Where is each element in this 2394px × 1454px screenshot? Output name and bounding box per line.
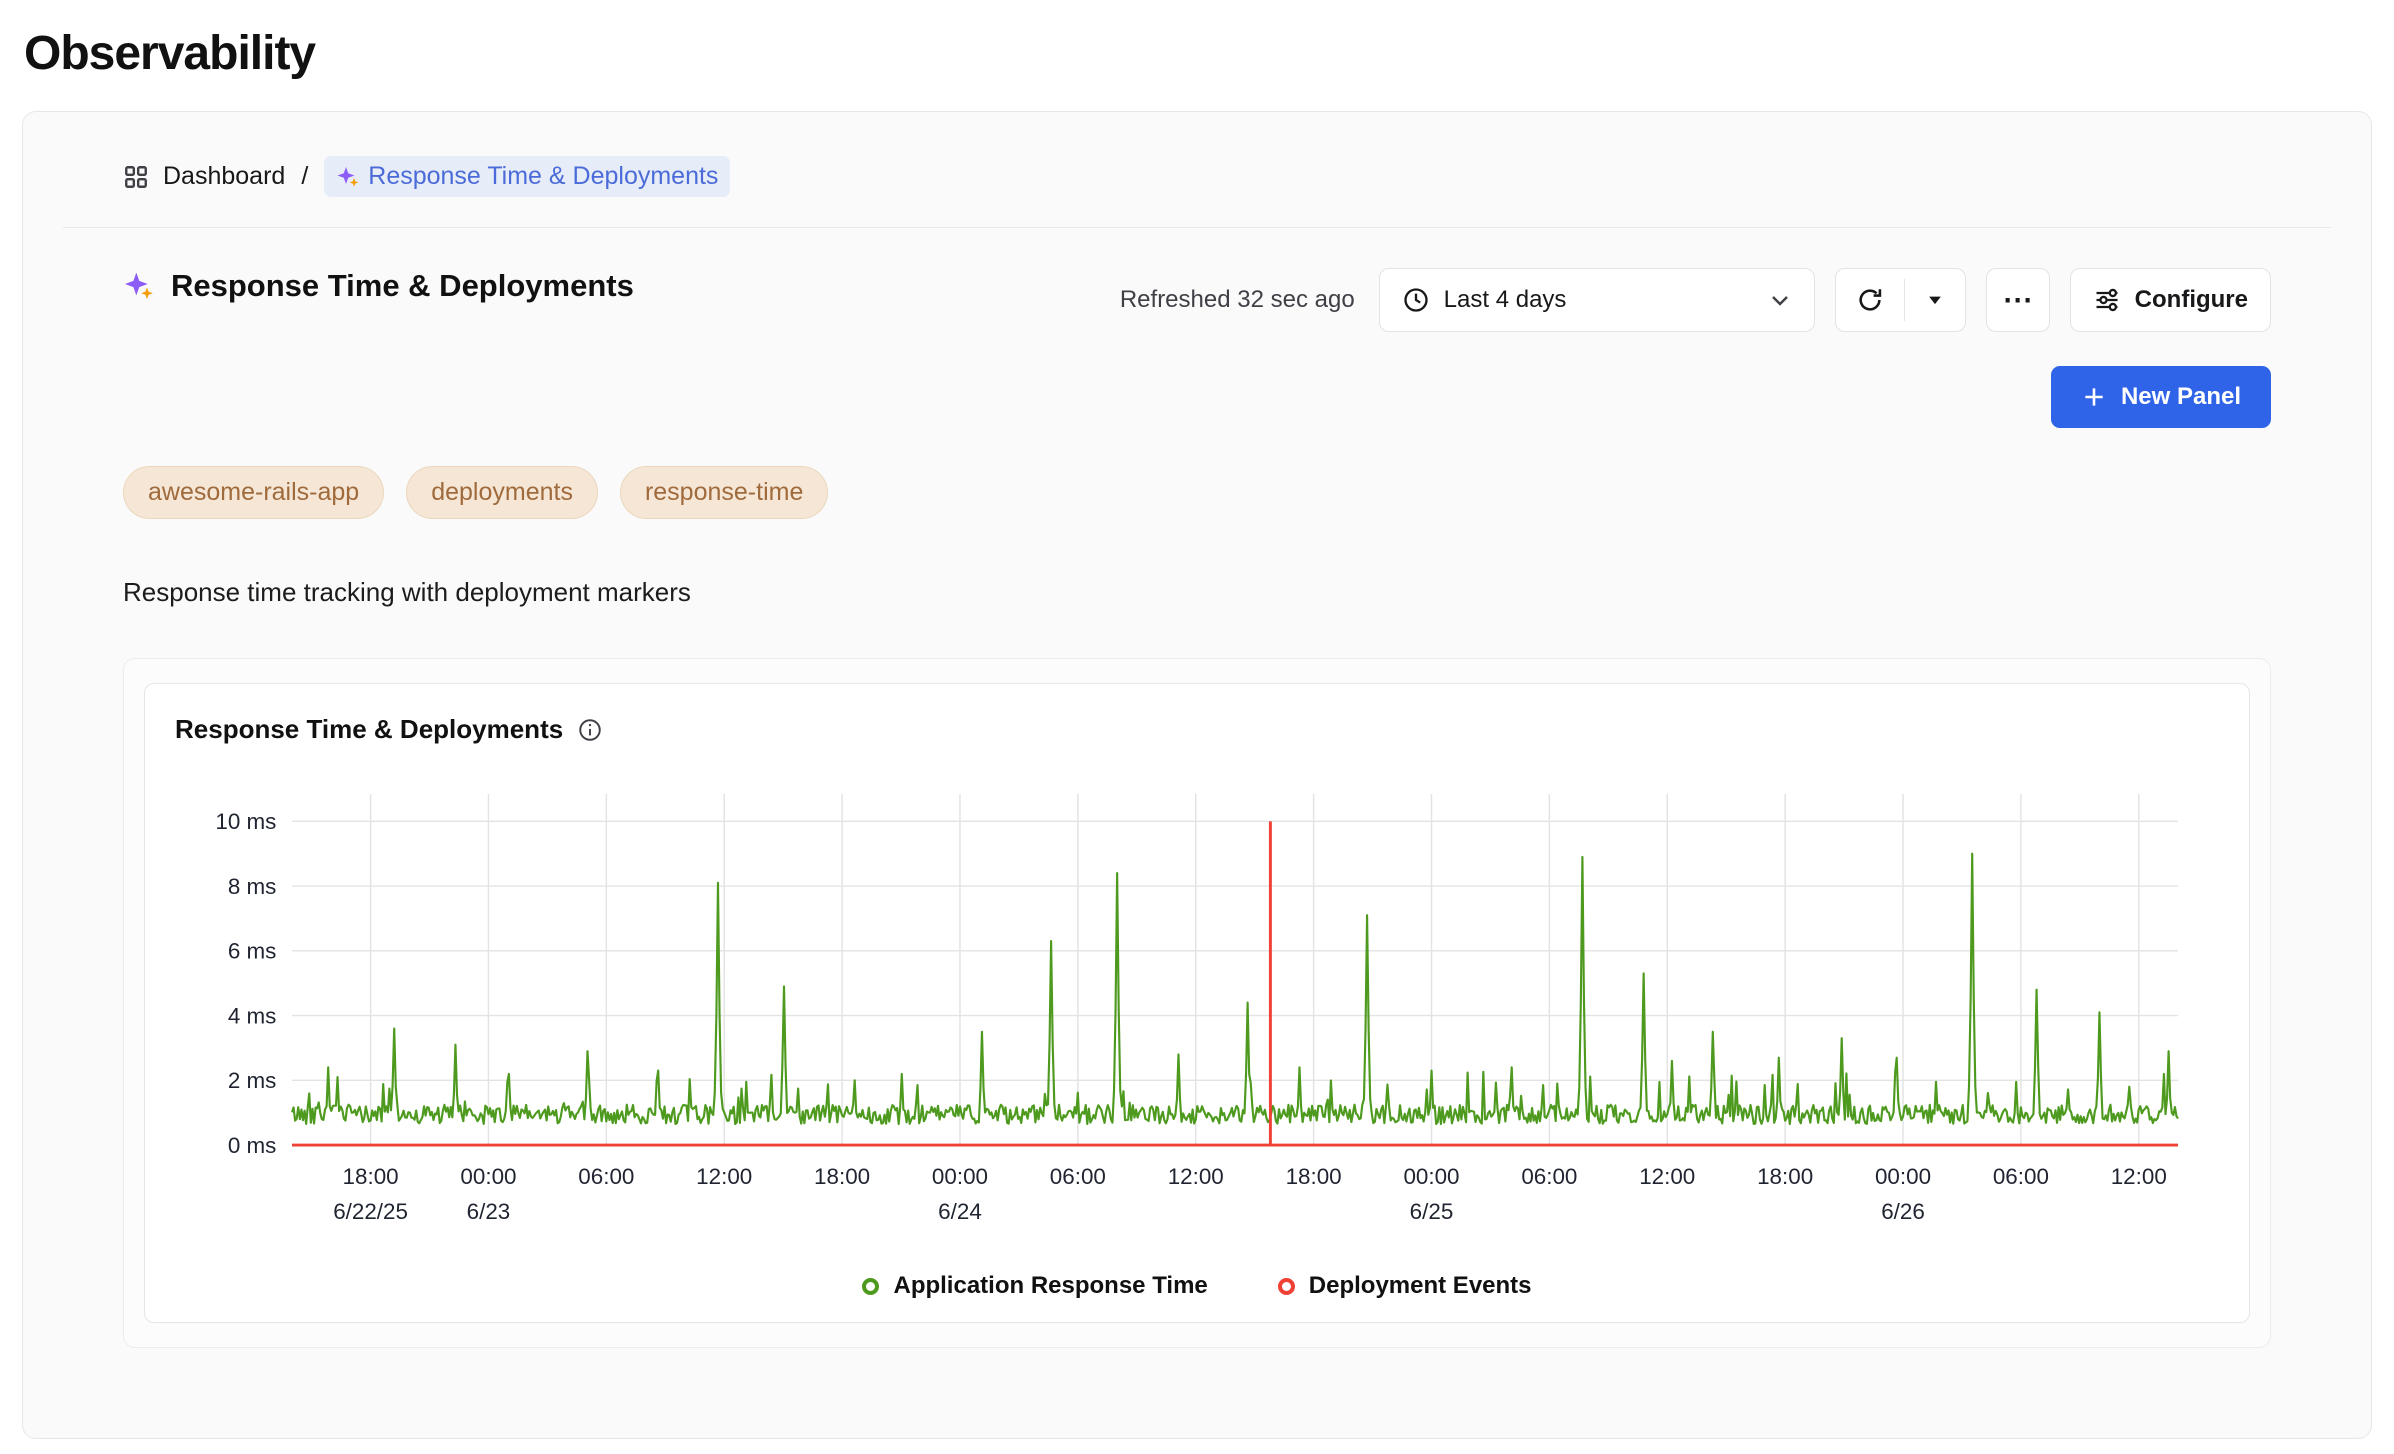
svg-text:12:00: 12:00 [2111, 1164, 2167, 1189]
legend-green-circle-icon [862, 1278, 879, 1295]
panel-description: Response time tracking with deployment m… [123, 577, 2271, 608]
chart-legend: Application Response Time Deployment Eve… [173, 1272, 2221, 1300]
svg-text:6/26: 6/26 [1881, 1199, 1925, 1224]
refresh-options-button[interactable] [1905, 269, 1965, 331]
dashboard-card: Dashboard / Response Time & Deployments … [22, 111, 2372, 1439]
svg-text:6 ms: 6 ms [228, 939, 277, 964]
configure-label: Configure [2135, 286, 2248, 314]
legend-item-deployment-events[interactable]: Deployment Events [1278, 1272, 1532, 1300]
tag-deployments[interactable]: deployments [406, 466, 598, 519]
breadcrumb-current-link[interactable]: Response Time & Deployments [324, 156, 730, 197]
new-panel-label: New Panel [2121, 383, 2241, 411]
refresh-button[interactable] [1836, 269, 1904, 331]
sparkles-icon [123, 270, 155, 302]
svg-text:2 ms: 2 ms [228, 1068, 277, 1093]
header-divider [63, 227, 2331, 228]
legend-red-circle-icon [1278, 1278, 1295, 1295]
caret-down-icon [1925, 290, 1945, 310]
breadcrumb: Dashboard / Response Time & Deployments [123, 156, 2271, 197]
chart-title-row: Response Time & Deployments [173, 710, 2221, 755]
panel-header: Response Time & Deployments Refreshed 32… [123, 268, 2271, 428]
breadcrumb-separator: / [301, 162, 308, 191]
more-options-button[interactable]: ⋯ [1986, 268, 2050, 332]
svg-text:18:00: 18:00 [343, 1164, 399, 1189]
toolbar-row-2: New Panel [2051, 366, 2271, 428]
time-range-dropdown[interactable]: Last 4 days [1379, 268, 1815, 332]
chart-card: Response Time & Deployments 18:00 6/22/25… [144, 683, 2250, 1323]
chevron-down-icon [1768, 288, 1792, 312]
legend-item-application-response-time[interactable]: Application Response Time [862, 1272, 1207, 1300]
svg-text:00:00: 00:00 [1403, 1164, 1459, 1189]
more-options-label: ⋯ [2003, 283, 2033, 318]
tags-row: awesome-rails-app deployments response-t… [123, 466, 2271, 519]
configure-button[interactable]: Configure [2070, 268, 2271, 332]
clock-icon [1402, 286, 1430, 314]
svg-text:18:00: 18:00 [814, 1164, 870, 1189]
refresh-split-button [1835, 268, 1966, 332]
breadcrumb-current-label: Response Time & Deployments [368, 162, 718, 191]
svg-text:0 ms: 0 ms [228, 1133, 277, 1158]
toolbar-row-1: Refreshed 32 sec ago Last 4 days [1120, 268, 2271, 332]
panel-title: Response Time & Deployments [171, 268, 634, 304]
tag-awesome-rails-app[interactable]: awesome-rails-app [123, 466, 384, 519]
svg-text:00:00: 00:00 [1875, 1164, 1931, 1189]
svg-text:00:00: 00:00 [460, 1164, 516, 1189]
info-icon[interactable] [577, 717, 603, 743]
sparkles-icon [336, 165, 360, 189]
refresh-icon [1856, 286, 1884, 314]
svg-text:18:00: 18:00 [1757, 1164, 1813, 1189]
toolbar: Refreshed 32 sec ago Last 4 days [1120, 268, 2271, 428]
response-time-chart: 18:00 6/22/25 00:00 6/23 06:00 12:00 18:00 00:0… [173, 755, 2221, 1262]
grid-icon [123, 164, 149, 190]
tag-response-time[interactable]: response-time [620, 466, 828, 519]
svg-text:06:00: 06:00 [1050, 1164, 1106, 1189]
legend-label: Application Response Time [893, 1272, 1207, 1300]
svg-text:8 ms: 8 ms [228, 874, 277, 899]
svg-text:12:00: 12:00 [1639, 1164, 1695, 1189]
svg-text:6/22/25: 6/22/25 [333, 1199, 408, 1224]
breadcrumb-dashboard-link[interactable]: Dashboard [123, 162, 285, 191]
configure-icon [2093, 286, 2121, 314]
new-panel-button[interactable]: New Panel [2051, 366, 2271, 428]
chart-title: Response Time & Deployments [175, 714, 563, 745]
chart-panel-wrapper: Response Time & Deployments 18:00 6/22/25… [123, 658, 2271, 1348]
page-title: Observability [24, 26, 2394, 81]
svg-text:12:00: 12:00 [1168, 1164, 1224, 1189]
svg-text:12:00: 12:00 [696, 1164, 752, 1189]
svg-text:00:00: 00:00 [932, 1164, 988, 1189]
plus-icon [2081, 384, 2107, 410]
svg-text:18:00: 18:00 [1286, 1164, 1342, 1189]
svg-text:4 ms: 4 ms [228, 1003, 277, 1028]
svg-text:6/24: 6/24 [938, 1199, 982, 1224]
svg-text:10 ms: 10 ms [215, 809, 276, 834]
breadcrumb-dashboard-label: Dashboard [163, 162, 285, 191]
refreshed-status: Refreshed 32 sec ago [1120, 286, 1355, 314]
time-range-value: Last 4 days [1444, 286, 1567, 314]
svg-text:06:00: 06:00 [578, 1164, 634, 1189]
panel-title-group: Response Time & Deployments [123, 268, 634, 304]
svg-text:6/23: 6/23 [467, 1199, 511, 1224]
svg-text:6/25: 6/25 [1410, 1199, 1454, 1224]
svg-text:06:00: 06:00 [1993, 1164, 2049, 1189]
svg-text:06:00: 06:00 [1521, 1164, 1577, 1189]
legend-label: Deployment Events [1309, 1272, 1532, 1300]
